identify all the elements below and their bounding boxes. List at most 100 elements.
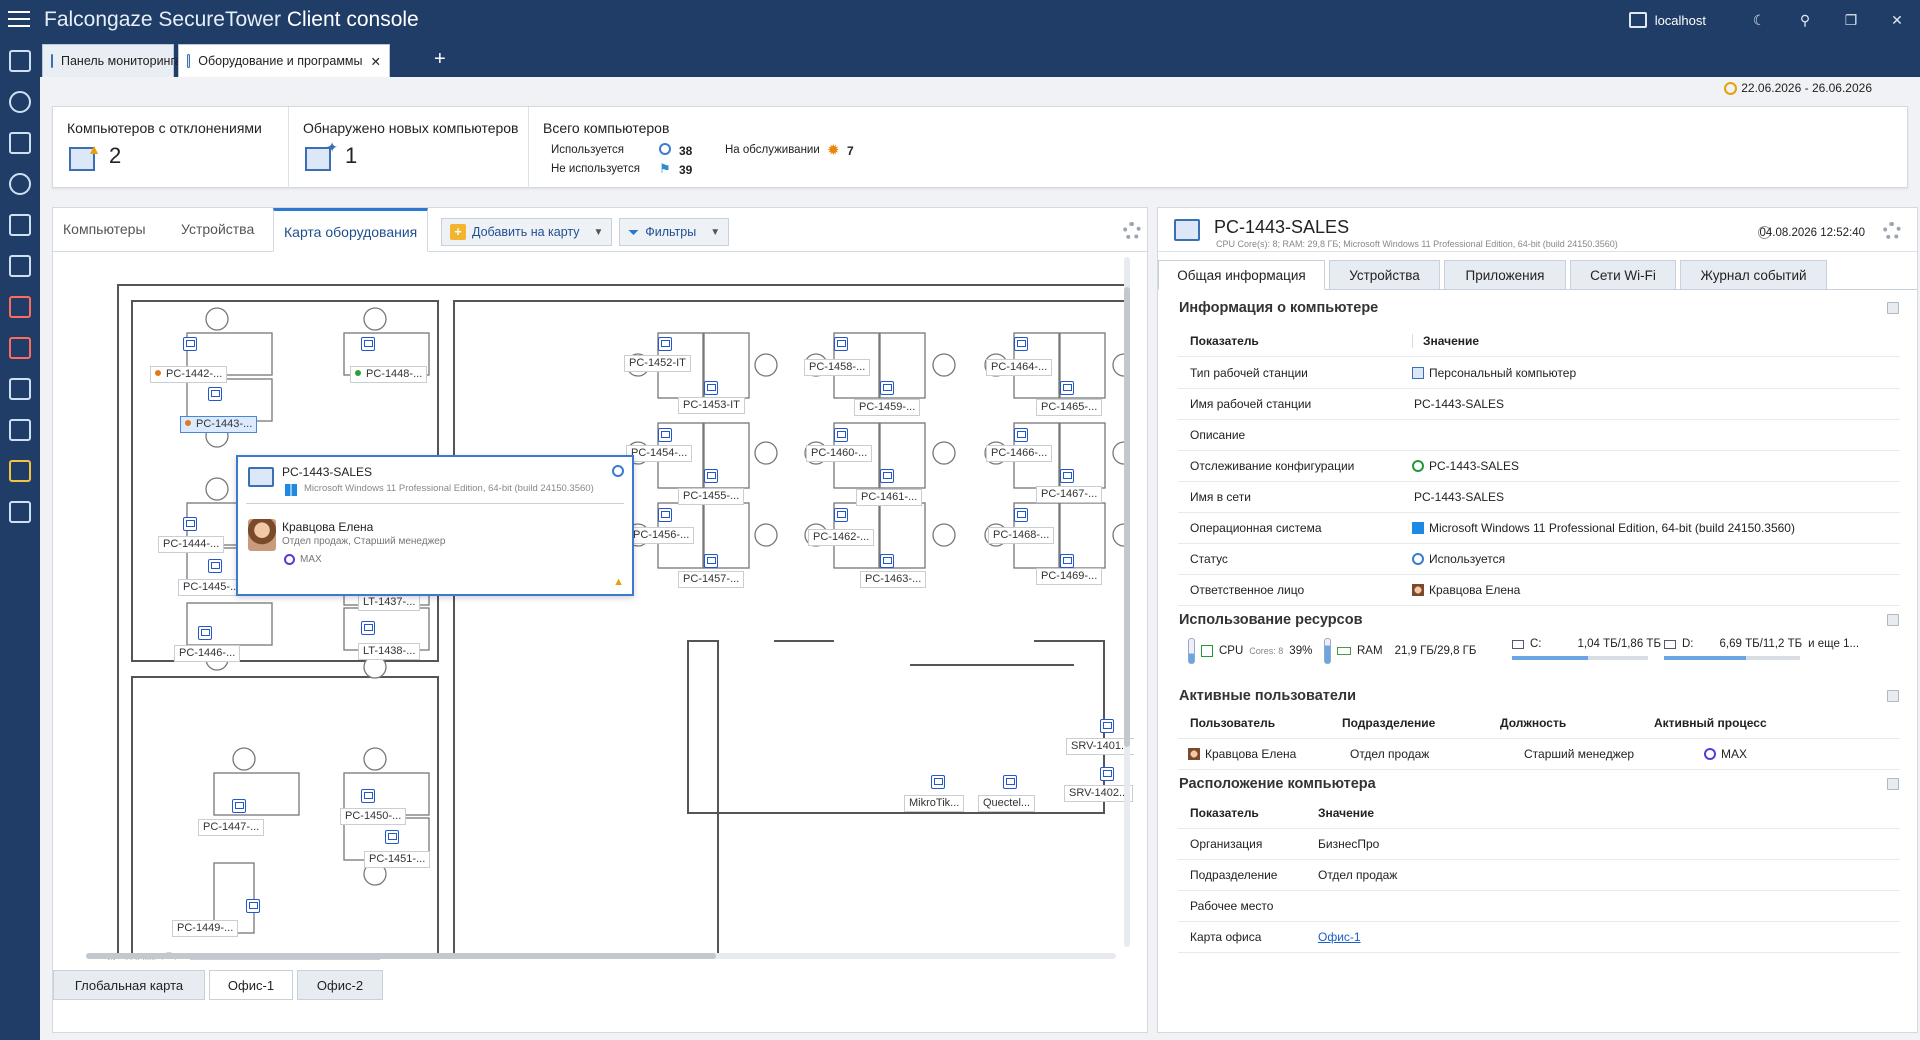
computer-icon[interactable]: [361, 337, 375, 351]
modem-icon[interactable]: [1003, 775, 1017, 789]
map-pc-label[interactable]: PC-1445-...: [178, 579, 245, 596]
map-pc-label[interactable]: LT-1438-...: [358, 643, 421, 660]
map-pc-label[interactable]: PC-1460-...: [806, 445, 873, 462]
map-pc-label[interactable]: PC-1463-...: [860, 571, 927, 588]
add-tab-icon[interactable]: +: [434, 48, 446, 71]
tab-devices[interactable]: Устройства: [1329, 260, 1440, 290]
computer-icon[interactable]: [246, 899, 260, 913]
checkbox-icon[interactable]: [1201, 645, 1213, 657]
pc-info-popup[interactable]: PC-1443-SALES Microsoft Windows 11 Profe…: [236, 455, 634, 596]
map-pc-label[interactable]: PC-1444-...: [158, 536, 225, 553]
tab-dashboard[interactable]: Панель мониторинга 📌: [42, 44, 205, 77]
copy-icon[interactable]: [1887, 778, 1899, 790]
restore-window-icon[interactable]: ❐: [1828, 0, 1874, 40]
chevron-down-icon[interactable]: ▼: [594, 227, 604, 238]
map-pc-label-selected[interactable]: PC-1443-...: [180, 416, 258, 433]
map-pc-label[interactable]: PC-1456-...: [628, 527, 695, 544]
unused-value[interactable]: 39: [679, 163, 692, 177]
nav-analytics-icon[interactable]: [0, 122, 40, 163]
nav-admin-icon[interactable]: [0, 491, 40, 532]
date-range[interactable]: 22.06.2026 - 26.06.2026: [1724, 81, 1872, 95]
map-pc-label[interactable]: PC-1454-...: [626, 445, 693, 462]
service-value[interactable]: 7: [847, 144, 854, 158]
computer-icon[interactable]: [183, 517, 197, 531]
map-pc-label[interactable]: PC-1455-...: [678, 488, 745, 505]
nav-search-icon[interactable]: [0, 81, 40, 122]
close-tab-icon[interactable]: ✕: [371, 54, 381, 69]
computer-icon[interactable]: [183, 337, 197, 351]
close-window-icon[interactable]: ✕: [1874, 0, 1920, 40]
computer-icon[interactable]: [834, 337, 848, 351]
map-pc-label[interactable]: LT-1437-...: [358, 594, 421, 611]
computer-icon[interactable]: [658, 337, 672, 351]
cpu-usage[interactable]: CPU Cores: 8 39%: [1188, 638, 1312, 664]
tab-computers[interactable]: Компьютеры: [63, 221, 146, 237]
nav-reports-icon[interactable]: [0, 204, 40, 245]
map-server-label[interactable]: SRV-1402...: [1064, 785, 1134, 802]
stat-deviations[interactable]: Компьютеров с отклонениями ▲ 2: [53, 107, 289, 189]
office-map[interactable]: PC-1442-... PC-1448-... PC-1443-... PC-1…: [54, 253, 1134, 960]
stat-new[interactable]: Обнаружено новых компьютеров ✦ 1: [289, 107, 529, 189]
router-icon[interactable]: [931, 775, 945, 789]
tab-office-1[interactable]: Офис-1: [209, 970, 293, 1000]
nav-investigation-icon[interactable]: [0, 163, 40, 204]
computer-icon[interactable]: [880, 554, 894, 568]
office-map-link[interactable]: Офис-1: [1318, 930, 1361, 944]
map-pc-label[interactable]: PC-1449-...: [172, 920, 239, 937]
map-pc-label[interactable]: PC-1451-...: [364, 851, 431, 868]
nav-archive-icon[interactable]: [0, 450, 40, 491]
computer-icon[interactable]: [658, 508, 672, 522]
server-icon[interactable]: [1100, 719, 1114, 733]
nav-hardware-icon[interactable]: [0, 368, 40, 409]
laptop-icon[interactable]: [361, 621, 375, 635]
settings-small-icon[interactable]: [612, 465, 624, 477]
disk-d-usage[interactable]: D: 6,69 ТБ/11,2 ТБ и еще 1...: [1664, 638, 1859, 650]
computer-icon[interactable]: [1060, 469, 1074, 483]
map-device-label[interactable]: Quectel...: [978, 795, 1036, 812]
filters-button[interactable]: ⏷ Фильтры ▼: [619, 218, 730, 246]
computer-icon[interactable]: [658, 428, 672, 442]
tab-devices[interactable]: Устройства: [181, 221, 254, 237]
map-pc-label[interactable]: PC-1450-...: [340, 808, 407, 825]
horizontal-scrollbar[interactable]: [86, 953, 1116, 959]
computer-icon[interactable]: [1060, 381, 1074, 395]
tab-office-2[interactable]: Офис-2: [297, 970, 383, 1000]
map-pc-label[interactable]: PC-1447-...: [198, 819, 265, 836]
computer-icon[interactable]: [232, 799, 246, 813]
computer-icon[interactable]: [385, 830, 399, 844]
theme-moon-icon[interactable]: ☾: [1736, 0, 1782, 40]
computer-icon[interactable]: [1014, 428, 1028, 442]
nav-incidents-icon[interactable]: [0, 286, 40, 327]
map-pc-label[interactable]: PC-1469-...: [1036, 568, 1103, 585]
server-icon[interactable]: [1100, 767, 1114, 781]
map-pc-label[interactable]: PC-1452-IT: [624, 355, 691, 372]
map-pc-label[interactable]: PC-1446-...: [174, 645, 241, 662]
computer-icon[interactable]: [704, 469, 718, 483]
settings-gear-icon[interactable]: [1883, 222, 1901, 240]
computer-icon[interactable]: [208, 387, 222, 401]
used-value[interactable]: 38: [679, 144, 692, 158]
computer-icon[interactable]: [361, 789, 375, 803]
map-pc-label[interactable]: PC-1457-...: [678, 571, 745, 588]
tab-global-map[interactable]: Глобальная карта: [53, 970, 205, 1000]
vertical-scrollbar[interactable]: [1124, 257, 1130, 947]
tab-wifi[interactable]: Сети Wi-Fi: [1570, 260, 1676, 290]
pin-window-icon[interactable]: ⚲: [1782, 0, 1828, 40]
map-pc-label[interactable]: PC-1458-...: [804, 359, 871, 376]
map-pc-label[interactable]: PC-1465-...: [1036, 399, 1103, 416]
disk-c-usage[interactable]: C: 1,04 ТБ/1,86 ТБ: [1512, 638, 1661, 650]
add-to-map-button[interactable]: + Добавить на карту ▼: [441, 218, 613, 246]
tab-general-info[interactable]: Общая информация: [1158, 260, 1325, 290]
computer-icon[interactable]: [704, 554, 718, 568]
chevron-down-icon[interactable]: ▼: [710, 227, 720, 238]
map-pc-label[interactable]: PC-1453-IT: [678, 397, 745, 414]
map-pc-label[interactable]: PC-1461-...: [856, 489, 923, 506]
computer-icon[interactable]: [1014, 508, 1028, 522]
computer-icon[interactable]: [880, 469, 894, 483]
copy-icon[interactable]: [1887, 302, 1899, 314]
menu-icon[interactable]: [8, 11, 30, 29]
computer-icon[interactable]: [704, 381, 718, 395]
computer-icon[interactable]: [208, 559, 222, 573]
map-pc-label[interactable]: PC-1464-...: [986, 359, 1053, 376]
computer-icon[interactable]: [1060, 554, 1074, 568]
